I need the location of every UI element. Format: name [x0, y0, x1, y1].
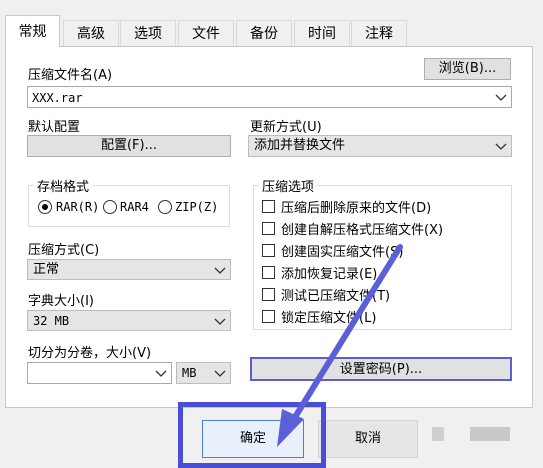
chevron-down-icon: [214, 267, 226, 274]
tab-comment[interactable]: 注释: [351, 20, 407, 46]
cancel-button[interactable]: 取消: [318, 420, 418, 458]
browse-button-label: 浏览(B)...: [438, 61, 497, 76]
tab-advanced-label: 高级: [77, 26, 105, 42]
update-mode-value: 添加并替换文件: [254, 138, 346, 153]
tab-general[interactable]: 常规: [5, 15, 60, 47]
checkbox-recovery-record[interactable]: [262, 266, 275, 279]
ok-button-label: 确定: [239, 431, 266, 446]
chevron-down-icon: [214, 370, 226, 377]
checkbox-sfx[interactable]: [262, 222, 275, 235]
tab-comment-label: 注释: [365, 26, 393, 42]
profiles-button-label: 配置(F)...: [100, 138, 158, 153]
profiles-button[interactable]: 配置(F)...: [27, 135, 231, 157]
set-password-button[interactable]: 设置密码(P)...: [250, 357, 512, 381]
cancel-button-label: 取消: [354, 431, 381, 446]
tab-time[interactable]: 时间: [294, 20, 350, 46]
radio-rar-label: RAR(R): [56, 200, 100, 214]
tab-time-label: 时间: [308, 26, 336, 42]
tab-advanced[interactable]: 高级: [63, 20, 119, 46]
checkbox-recovery-record-label: 添加恢复记录(E): [281, 267, 378, 282]
radio-rar4-label: RAR4: [120, 200, 149, 214]
tab-options[interactable]: 选项: [120, 20, 176, 46]
compression-options-label: 压缩选项: [259, 176, 318, 195]
set-password-button-label: 设置密码(P)...: [339, 362, 423, 377]
checkbox-sfx-label: 创建自解压格式压缩文件(X): [281, 223, 444, 238]
checkbox-delete-after-label: 压缩后删除原来的文件(D): [281, 201, 432, 216]
tab-backup[interactable]: 备份: [236, 20, 292, 46]
archive-format-label: 存档格式: [34, 176, 93, 195]
checkbox-delete-after[interactable]: [262, 200, 275, 213]
chevron-down-icon: [214, 318, 226, 325]
tab-options-label: 选项: [134, 26, 162, 42]
default-profile-label: 默认配置: [28, 120, 81, 135]
radio-selected-dot: [42, 204, 48, 210]
chevron-down-icon[interactable]: [155, 367, 167, 379]
compression-method-label: 压缩方式(C): [28, 243, 100, 258]
archive-name-label: 压缩文件名(A): [28, 68, 113, 83]
radio-rar[interactable]: [38, 200, 52, 214]
browse-button[interactable]: 浏览(B)...: [424, 58, 511, 80]
ok-button[interactable]: 确定: [202, 420, 304, 458]
chevron-down-icon[interactable]: [495, 91, 507, 103]
radio-rar4[interactable]: [103, 200, 117, 214]
checkbox-solid-label: 创建固实压缩文件(S): [281, 245, 404, 260]
update-mode-select[interactable]: 添加并替换文件: [248, 135, 512, 157]
tab-backup-label: 备份: [250, 26, 278, 42]
tab-files-label: 文件: [192, 26, 220, 42]
chevron-down-icon: [495, 143, 507, 150]
split-unit-select[interactable]: MB: [176, 362, 231, 384]
radio-zip-label: ZIP(Z): [175, 200, 219, 214]
compression-method-value: 正常: [33, 262, 60, 277]
blurred-button[interactable]: [470, 427, 510, 441]
checkbox-solid[interactable]: [262, 244, 275, 257]
tab-general-label: 常规: [18, 24, 47, 40]
compression-method-select[interactable]: 正常: [27, 259, 231, 280]
update-mode-label: 更新方式(U): [250, 120, 322, 135]
split-volumes-label: 切分为分卷，大小(V): [28, 346, 152, 361]
help-button-placeholder[interactable]: [432, 427, 444, 441]
archive-name-input[interactable]: XXX.rar: [27, 86, 512, 108]
archive-name-value: XXX.rar: [32, 91, 83, 105]
split-unit-value: MB: [182, 366, 197, 380]
dictionary-size-label: 字典大小(I): [28, 294, 94, 309]
split-volumes-input[interactable]: [27, 362, 172, 384]
checkbox-test-archive-label: 测试已压缩文件(T): [281, 289, 391, 304]
checkbox-test-archive[interactable]: [262, 288, 275, 301]
radio-zip[interactable]: [158, 200, 172, 214]
tab-files[interactable]: 文件: [178, 20, 234, 46]
dictionary-size-value: 32 MB: [33, 314, 70, 328]
dictionary-size-select[interactable]: 32 MB: [27, 310, 231, 331]
checkbox-lock-archive[interactable]: [262, 310, 275, 323]
checkbox-lock-archive-label: 锁定压缩文件(L): [281, 311, 377, 326]
